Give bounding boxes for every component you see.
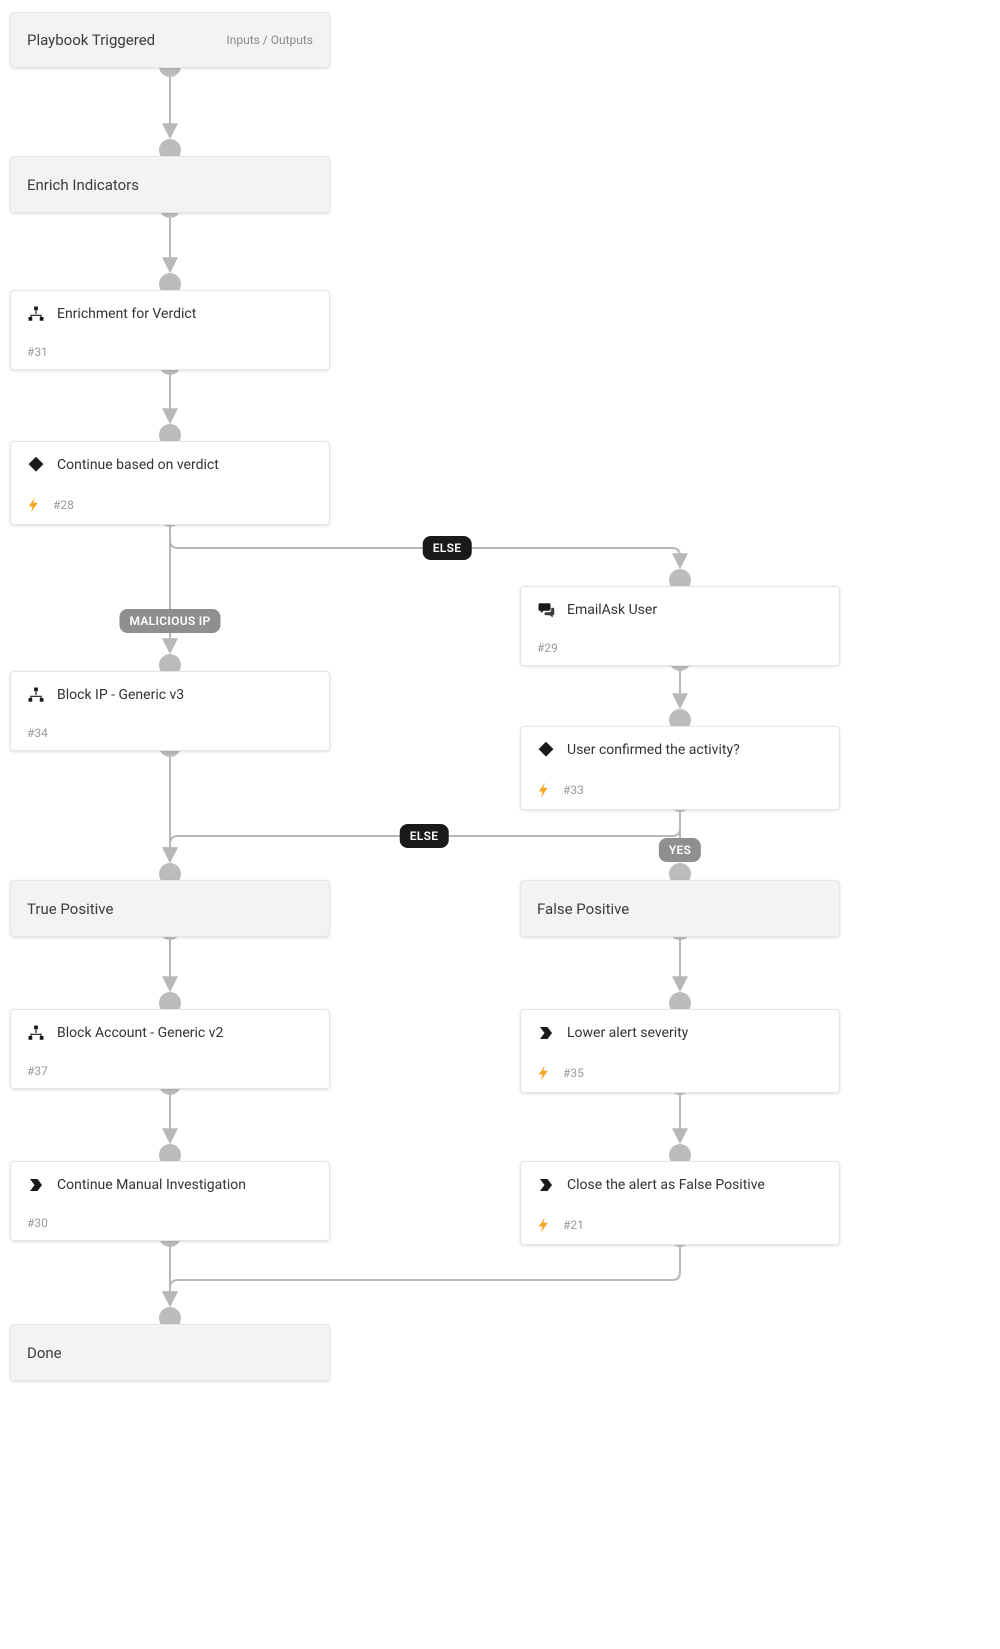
node-title: Done	[27, 1344, 62, 1362]
node-id: #33	[563, 783, 584, 797]
edge-label-malicious-ip: MALICIOUS IP	[119, 609, 220, 633]
node-title: Block IP - Generic v3	[57, 687, 184, 703]
node-id: #31	[27, 345, 48, 359]
node-title: Continue Manual Investigation	[57, 1177, 246, 1193]
node-title: False Positive	[537, 900, 629, 918]
bolt-icon	[535, 781, 553, 799]
node-id: #37	[27, 1064, 48, 1078]
sub-playbook-icon	[27, 1024, 45, 1042]
bolt-icon	[535, 1216, 553, 1234]
node-id: #28	[53, 498, 74, 512]
sub-playbook-icon	[27, 305, 45, 323]
node-id: #30	[27, 1216, 48, 1230]
node-true-positive[interactable]: True Positive	[10, 880, 330, 937]
sub-playbook-icon	[27, 686, 45, 704]
node-id: #35	[563, 1066, 584, 1080]
node-done[interactable]: Done	[10, 1324, 330, 1381]
node-email-ask-user[interactable]: EmailAsk User #29	[520, 586, 840, 666]
node-user-confirmed-activity[interactable]: User confirmed the activity? #33	[520, 726, 840, 810]
node-block-ip[interactable]: Block IP - Generic v3 #34	[10, 671, 330, 751]
node-title: True Positive	[27, 900, 113, 918]
node-title: Block Account - Generic v2	[57, 1025, 223, 1041]
chat-icon	[537, 601, 555, 619]
node-enrich-indicators[interactable]: Enrich Indicators	[10, 156, 330, 213]
node-title: Enrichment for Verdict	[57, 306, 196, 322]
edge-label-yes: YES	[659, 838, 701, 862]
node-enrichment-for-verdict[interactable]: Enrichment for Verdict #31	[10, 290, 330, 370]
node-continue-manual-investigation[interactable]: Continue Manual Investigation #30	[10, 1161, 330, 1241]
condition-icon	[537, 741, 555, 759]
node-title: User confirmed the activity?	[567, 742, 740, 758]
node-title: Lower alert severity	[567, 1025, 688, 1041]
node-block-account[interactable]: Block Account - Generic v2 #37	[10, 1009, 330, 1089]
edge-label-else: ELSE	[400, 824, 449, 848]
task-icon	[27, 1176, 45, 1194]
node-playbook-triggered[interactable]: Playbook Triggered Inputs / Outputs	[10, 12, 330, 68]
flow-connectors	[0, 0, 1000, 1649]
node-title: Playbook Triggered	[27, 31, 155, 49]
condition-icon	[27, 456, 45, 474]
node-title: Continue based on verdict	[57, 457, 219, 473]
node-title: EmailAsk User	[567, 602, 657, 618]
node-false-positive[interactable]: False Positive	[520, 880, 840, 937]
bolt-icon	[535, 1064, 553, 1082]
node-lower-alert-severity[interactable]: Lower alert severity #35	[520, 1009, 840, 1093]
bolt-icon	[25, 496, 43, 514]
node-title: Enrich Indicators	[27, 176, 139, 194]
node-close-alert-false-positive[interactable]: Close the alert as False Positive #21	[520, 1161, 840, 1245]
node-id: #34	[27, 726, 48, 740]
inputs-outputs-label[interactable]: Inputs / Outputs	[226, 33, 313, 47]
task-icon	[537, 1176, 555, 1194]
node-id: #29	[537, 641, 558, 655]
node-title: Close the alert as False Positive	[567, 1177, 765, 1193]
task-icon	[537, 1024, 555, 1042]
node-id: #21	[563, 1218, 584, 1232]
node-continue-based-on-verdict[interactable]: Continue based on verdict #28	[10, 441, 330, 525]
edge-label-else: ELSE	[423, 536, 472, 560]
